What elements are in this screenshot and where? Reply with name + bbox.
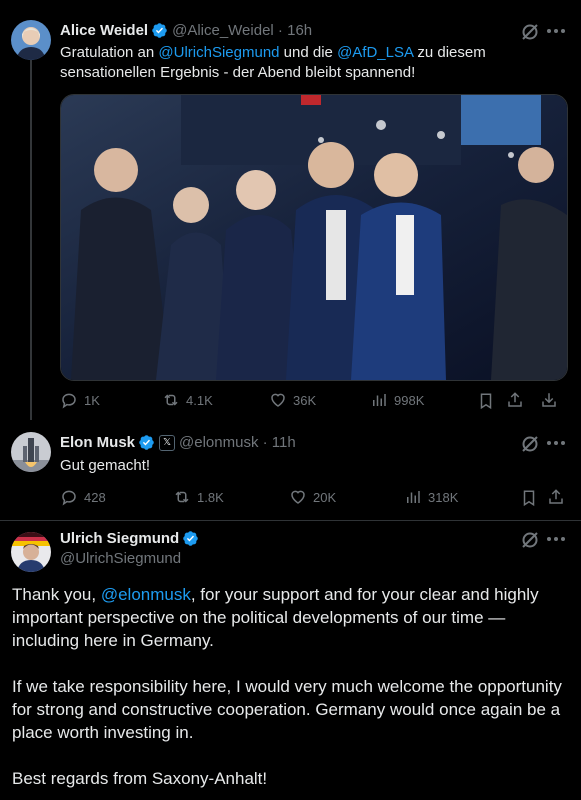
tweet-text: Gut gemacht! (60, 457, 151, 474)
grok-icon[interactable] (520, 434, 540, 454)
views-count: 318K (428, 489, 459, 505)
bookmark-icon[interactable] (520, 489, 538, 507)
text-segment: Thank you, (12, 585, 101, 604)
author-name[interactable]: Elon Musk (60, 434, 135, 451)
repost-action[interactable]: 1.8K (173, 488, 224, 506)
download-icon[interactable] (540, 391, 558, 409)
dot-separator: · (258, 434, 272, 451)
text-segment: und die (279, 44, 338, 61)
like-count: 20K (313, 489, 337, 505)
mention-link[interactable]: @UlrichSiegmund (158, 44, 279, 61)
verified-badge-icon (152, 23, 167, 38)
reply-action[interactable]: 428 (60, 488, 106, 506)
more-icon[interactable] (546, 536, 566, 542)
views-action[interactable]: 998K (370, 391, 424, 409)
author-name[interactable]: Alice Weidel (60, 22, 148, 39)
views-count: 998K (394, 392, 425, 408)
repost-action[interactable]: 4.1K (162, 391, 213, 409)
share-icon[interactable] (547, 488, 565, 506)
tweet-photo[interactable] (60, 94, 568, 381)
repost-icon (164, 394, 178, 406)
like-icon (271, 393, 285, 407)
avatar[interactable] (11, 532, 51, 572)
author-handle[interactable]: @UlrichSiegmund (60, 550, 181, 567)
tweet-text: Thank you, @elonmusk, for your support a… (12, 583, 570, 790)
share-icon[interactable] (506, 391, 524, 409)
reply-icon (62, 490, 76, 506)
separator (0, 520, 581, 521)
like-action[interactable]: 20K (289, 488, 336, 506)
x-affiliation-icon[interactable]: 𝕏 (159, 434, 176, 451)
repost-count: 1.8K (197, 489, 224, 505)
author-handle[interactable]: @elonmusk (179, 434, 258, 451)
grok-icon[interactable] (520, 530, 540, 550)
views-icon (373, 394, 386, 406)
views-icon (407, 491, 420, 503)
thread-line (30, 60, 32, 420)
more-icon[interactable] (546, 28, 566, 34)
bookmark-icon[interactable] (477, 392, 495, 410)
like-icon (291, 490, 305, 504)
author-name[interactable]: Ulrich Siegmund (60, 530, 179, 547)
views-action[interactable]: 318K (404, 488, 458, 506)
repost-count: 4.1K (186, 392, 213, 408)
avatar[interactable] (11, 432, 51, 472)
tweet-text: Gratulation an @UlrichSiegmund und die @… (60, 43, 530, 83)
paragraph: Thank you, @elonmusk, for your support a… (12, 583, 570, 652)
timestamp[interactable]: 16h (287, 22, 312, 39)
avatar[interactable] (11, 20, 51, 60)
dot-separator: · (273, 22, 288, 39)
mention-link[interactable]: @AfD_LSA (337, 44, 413, 61)
reply-count: 428 (84, 489, 106, 505)
paragraph: Best regards from Saxony-Anhalt! (12, 769, 268, 788)
like-count: 36K (293, 392, 317, 408)
more-icon[interactable] (546, 440, 566, 446)
text-segment: Gratulation an (60, 44, 159, 61)
mention-link[interactable]: @elonmusk (101, 585, 191, 604)
timestamp[interactable]: 11h (272, 434, 296, 451)
reply-icon (62, 393, 76, 409)
author-handle[interactable]: @Alice_Weidel (172, 22, 274, 39)
verified-badge-icon (139, 435, 154, 450)
grok-icon[interactable] (520, 22, 540, 42)
verified-badge-icon (183, 531, 198, 546)
repost-icon (175, 491, 189, 503)
reply-action[interactable]: 1K (60, 391, 100, 409)
paragraph: If we take responsibility here, I would … (12, 677, 562, 742)
like-action[interactable]: 36K (269, 391, 316, 409)
reply-count: 1K (84, 392, 100, 408)
